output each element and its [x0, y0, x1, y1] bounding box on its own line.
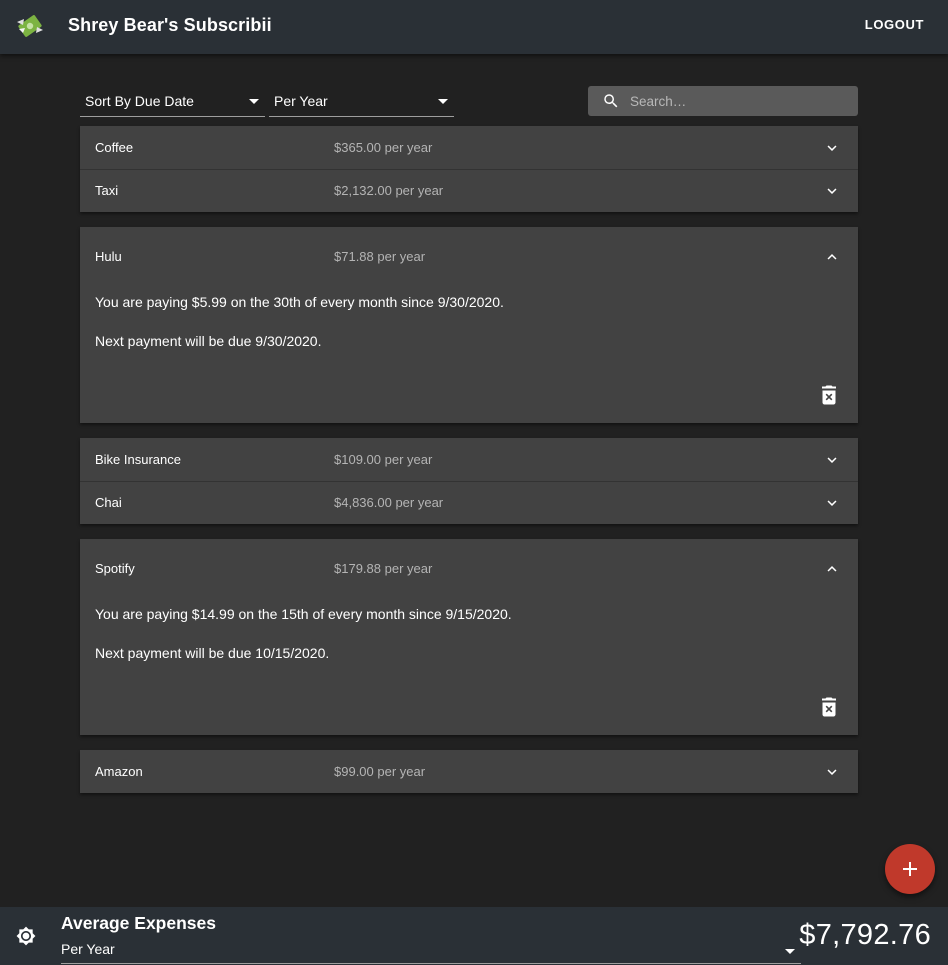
- subscription-cost: $179.88 per year: [334, 561, 433, 576]
- subscription-row-taxi[interactable]: Taxi $2,132.00 per year: [80, 169, 858, 212]
- footer-bar: Average Expenses Per Year $7,792.76: [0, 907, 948, 965]
- sort-select[interactable]: Sort By Due Date: [80, 86, 265, 117]
- subscription-row-bike-insurance[interactable]: Bike Insurance $109.00 per year: [80, 438, 858, 481]
- subscription-row-chai[interactable]: Chai $4,836.00 per year: [80, 481, 858, 524]
- chevron-up-icon[interactable]: [823, 560, 841, 578]
- plus-icon: [903, 862, 917, 876]
- subscription-cost: $2,132.00 per year: [334, 183, 444, 198]
- caret-down-icon: [249, 99, 259, 104]
- subscription-name: Spotify: [95, 561, 135, 576]
- subscription-name: Amazon: [95, 764, 143, 779]
- next-payment-text: Next payment will be due 10/15/2020.: [95, 645, 330, 661]
- subscription-row-hulu[interactable]: Hulu $71.88 per year: [80, 235, 858, 278]
- caret-down-icon: [438, 99, 448, 104]
- subscription-panel-hulu: Hulu $71.88 per year You are paying $5.9…: [80, 227, 858, 423]
- subscription-name: Taxi: [95, 183, 119, 198]
- subscription-cost: $99.00 per year: [334, 764, 426, 779]
- subscription-group: Bike Insurance $109.00 per year Chai $4,…: [80, 438, 858, 524]
- app-bar: Shrey Bear's Subscribii LOGOUT: [0, 0, 948, 54]
- subscription-row-spotify[interactable]: Spotify $179.88 per year: [80, 547, 858, 590]
- subscription-name: Coffee: [95, 140, 134, 155]
- subscription-cost: $4,836.00 per year: [334, 495, 444, 510]
- chevron-down-icon[interactable]: [823, 182, 841, 200]
- logout-button[interactable]: LOGOUT: [865, 17, 924, 32]
- subscription-detail: You are paying $14.99 on the 15th of eve…: [95, 606, 512, 622]
- average-expenses-amount: $7,792.76: [799, 919, 931, 951]
- subscription-name: Chai: [95, 495, 122, 510]
- chevron-down-icon[interactable]: [823, 139, 841, 157]
- settings-brightness-icon[interactable]: [16, 926, 36, 946]
- chevron-up-icon[interactable]: [823, 248, 841, 266]
- add-subscription-button[interactable]: [885, 844, 935, 894]
- search-icon: [604, 94, 618, 108]
- delete-forever-icon[interactable]: [821, 697, 837, 717]
- search-box: [588, 86, 858, 116]
- chevron-down-icon[interactable]: [823, 763, 841, 781]
- app-title: Shrey Bear's Subscribii: [68, 15, 272, 35]
- search-input[interactable]: [630, 86, 850, 116]
- subscription-panel-spotify: Spotify $179.88 per year You are paying …: [80, 539, 858, 735]
- subscription-detail: You are paying $5.99 on the 30th of ever…: [95, 294, 504, 310]
- subscription-group: Amazon $99.00 per year: [80, 750, 858, 793]
- footer-period-value: Per Year: [61, 941, 115, 957]
- subscription-name: Hulu: [95, 249, 122, 264]
- average-expenses-title: Average Expenses: [61, 913, 216, 933]
- chevron-down-icon[interactable]: [823, 494, 841, 512]
- subscription-cost: $109.00 per year: [334, 452, 433, 467]
- subscription-cost: $71.88 per year: [334, 249, 426, 264]
- footer-period-select[interactable]: Per Year: [61, 939, 801, 964]
- subscription-cost: $365.00 per year: [334, 140, 433, 155]
- sort-select-value: Sort By Due Date: [85, 93, 194, 109]
- subscription-name: Bike Insurance: [95, 452, 181, 467]
- period-select-value: Per Year: [274, 93, 328, 109]
- chevron-down-icon[interactable]: [823, 451, 841, 469]
- period-select[interactable]: Per Year: [269, 86, 454, 117]
- subscription-row-coffee[interactable]: Coffee $365.00 per year: [80, 126, 858, 169]
- money-with-wings-icon: [17, 15, 43, 37]
- subscription-row-amazon[interactable]: Amazon $99.00 per year: [80, 750, 858, 793]
- caret-down-icon: [785, 949, 795, 954]
- subscription-group: Coffee $365.00 per year Taxi $2,132.00 p…: [80, 126, 858, 212]
- delete-forever-icon[interactable]: [821, 385, 837, 405]
- next-payment-text: Next payment will be due 9/30/2020.: [95, 333, 322, 349]
